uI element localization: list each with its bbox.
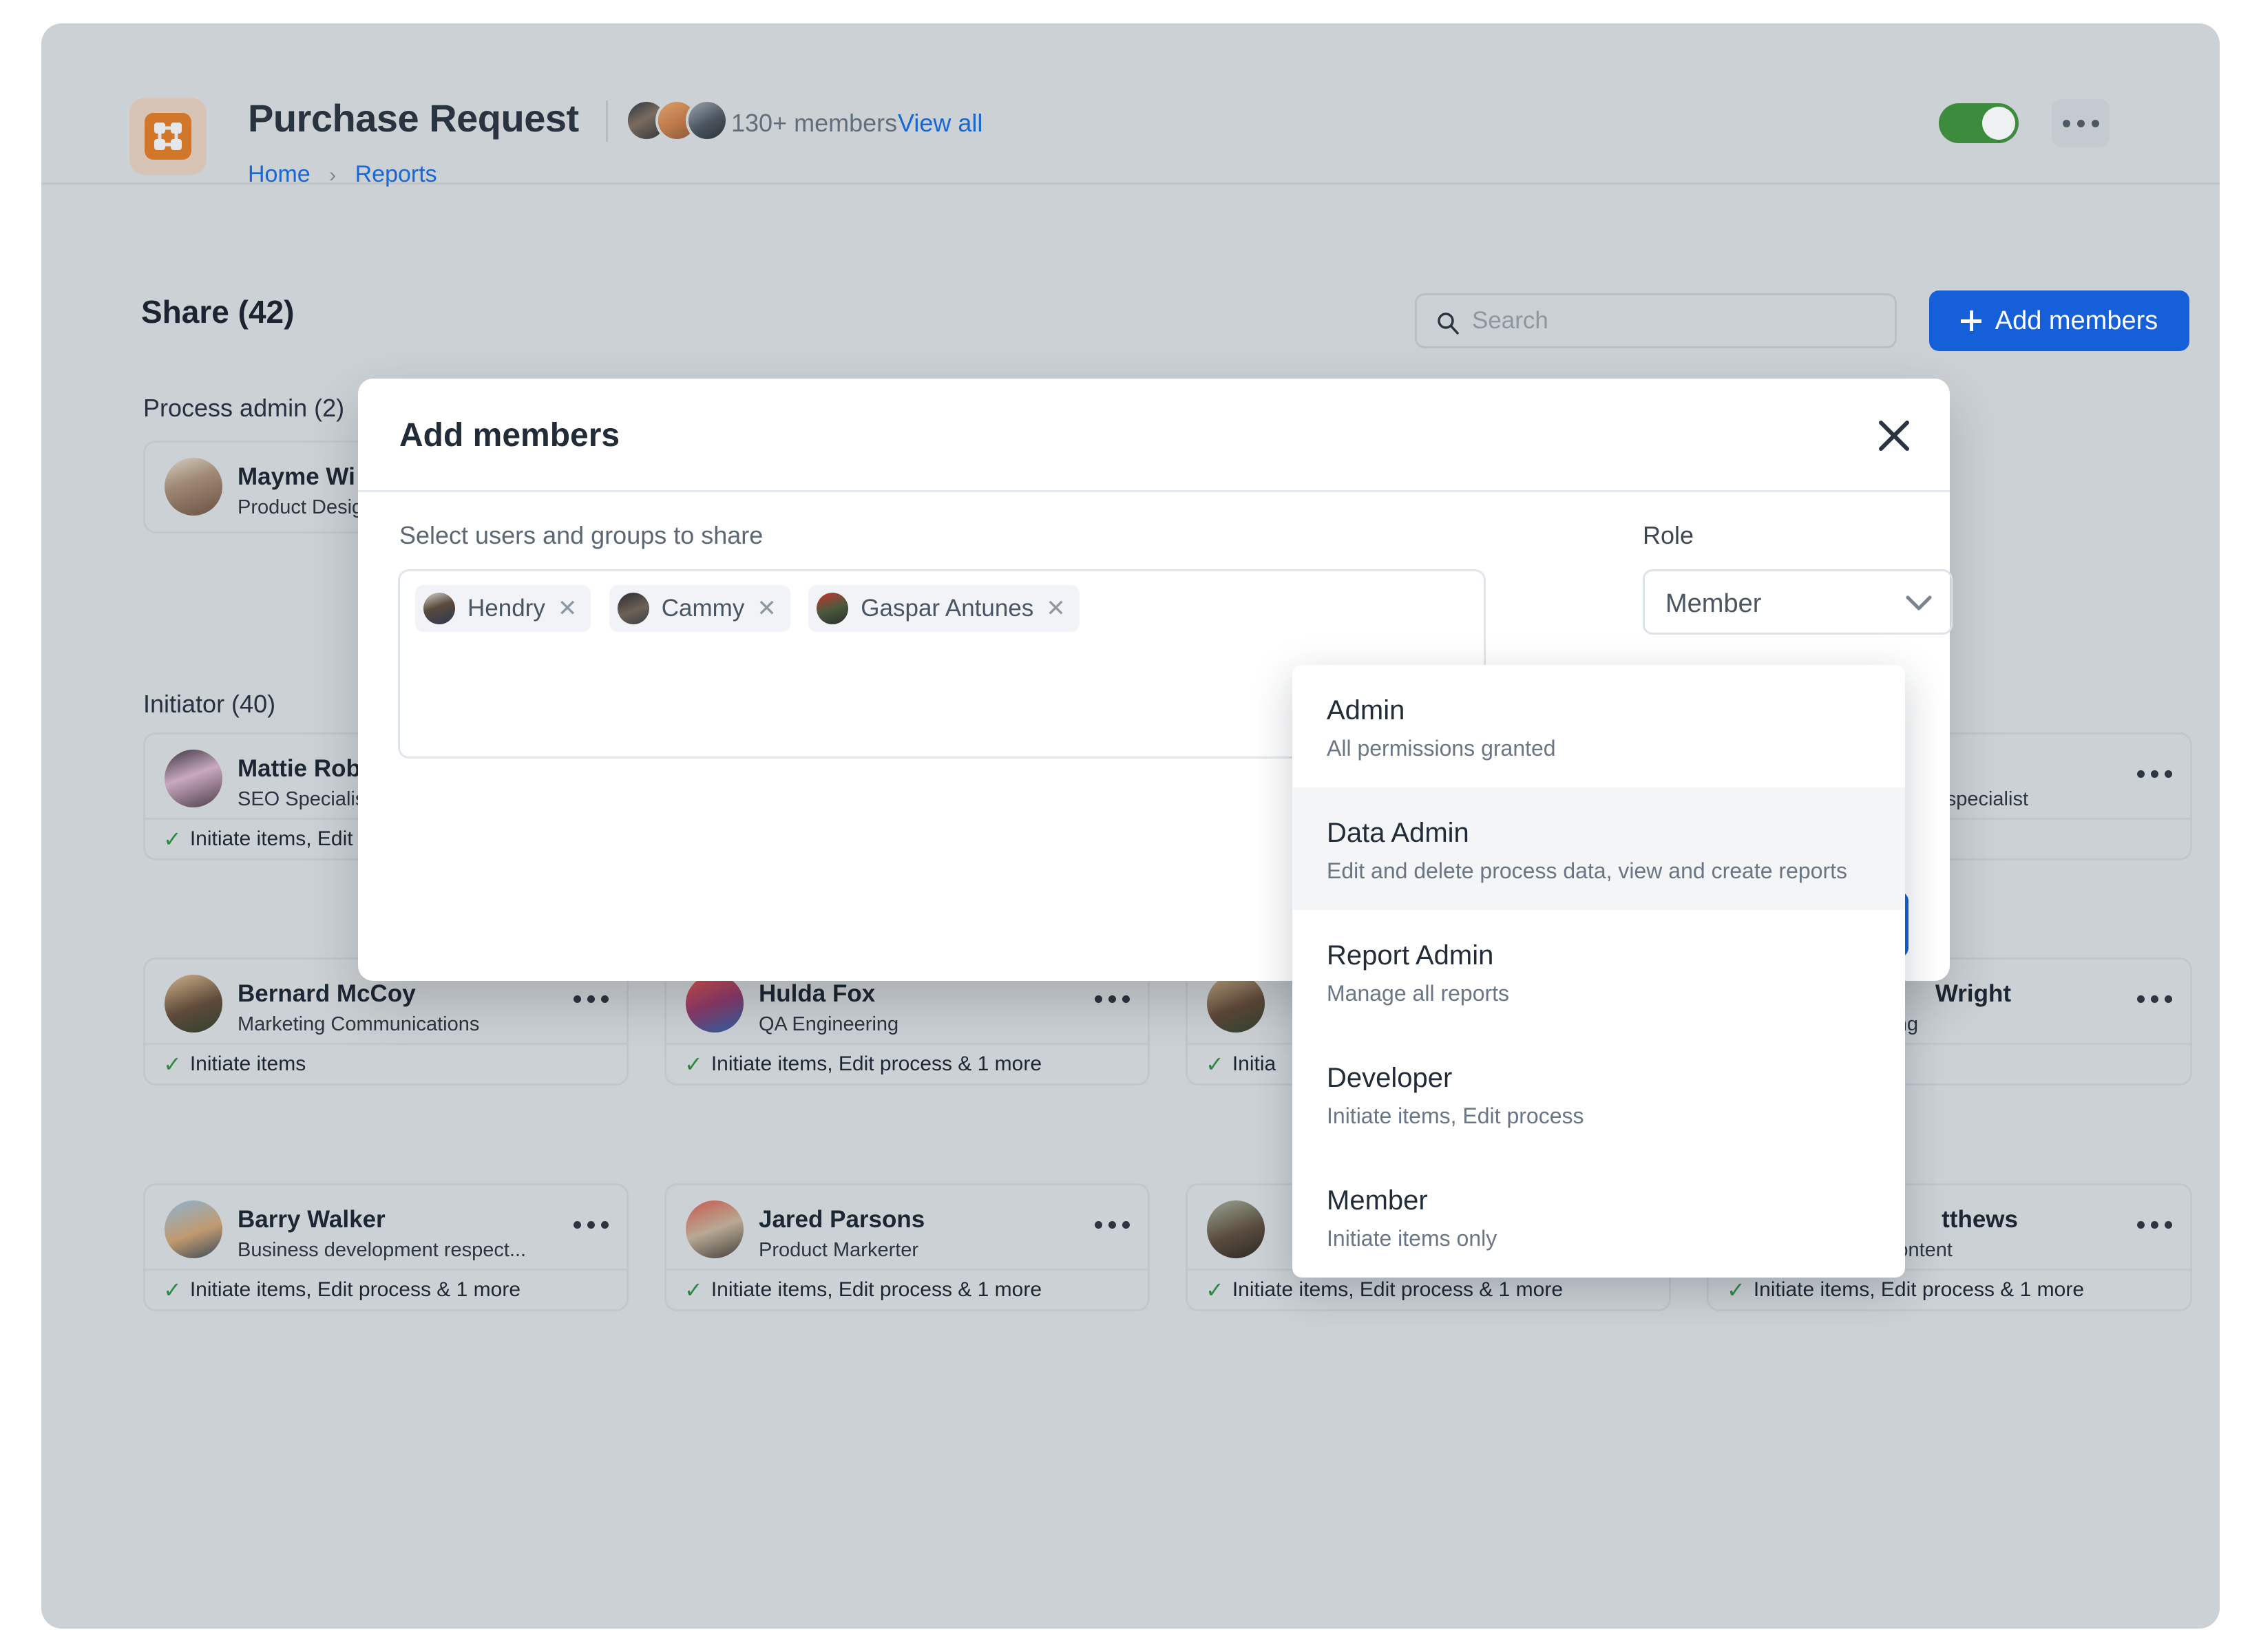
- role-option-name: Data Admin: [1327, 818, 1469, 848]
- role-select-value: Member: [1665, 589, 1762, 618]
- role-option-name: Admin: [1327, 695, 1405, 726]
- role-option-name: Member: [1327, 1185, 1428, 1216]
- role-option-member[interactable]: Member Initiate items only: [1292, 1155, 1905, 1278]
- avatar: [423, 593, 455, 624]
- user-chip[interactable]: Hendry ✕: [415, 585, 591, 632]
- user-chip-label: Cammy: [661, 595, 745, 622]
- role-option-desc: All permissions granted: [1327, 736, 1556, 761]
- role-option-desc: Initiate items only: [1327, 1226, 1497, 1251]
- modal-header: Add members: [358, 379, 1950, 492]
- role-dropdown-menu[interactable]: Admin All permissions granted Data Admin…: [1292, 665, 1905, 1278]
- close-icon[interactable]: ✕: [1046, 597, 1066, 620]
- role-option-admin[interactable]: Admin All permissions granted: [1292, 665, 1905, 787]
- user-chip-label: Hendry: [467, 595, 545, 622]
- role-option-data-admin[interactable]: Data Admin Edit and delete process data,…: [1292, 787, 1905, 910]
- role-label: Role: [1643, 521, 1694, 549]
- user-chip[interactable]: Cammy ✕: [609, 585, 790, 632]
- chevron-down-icon: [1905, 594, 1933, 615]
- app-window: Purchase Request 130+ members View all H…: [41, 23, 2220, 1629]
- role-option-desc: Manage all reports: [1327, 981, 1510, 1006]
- role-select[interactable]: Member: [1643, 569, 1953, 635]
- role-option-name: Developer: [1327, 1063, 1453, 1093]
- role-option-name: Report Admin: [1327, 940, 1494, 971]
- user-chip-label: Gaspar Antunes: [861, 595, 1034, 622]
- avatar: [817, 593, 849, 624]
- role-option-report-admin[interactable]: Report Admin Manage all reports: [1292, 910, 1905, 1032]
- close-icon[interactable]: ✕: [757, 597, 777, 620]
- close-icon[interactable]: [1871, 413, 1917, 458]
- select-users-label: Select users and groups to share: [399, 521, 764, 549]
- user-chip[interactable]: Gaspar Antunes ✕: [808, 585, 1080, 632]
- role-option-developer[interactable]: Developer Initiate items, Edit process: [1292, 1032, 1905, 1155]
- modal-title: Add members: [399, 417, 620, 454]
- close-icon[interactable]: ✕: [558, 597, 578, 620]
- role-option-desc: Initiate items, Edit process: [1327, 1103, 1584, 1128]
- role-option-desc: Edit and delete process data, view and c…: [1327, 858, 1847, 883]
- modal-overlay: Add members Select users and groups to s…: [41, 23, 2220, 1629]
- avatar: [617, 593, 649, 624]
